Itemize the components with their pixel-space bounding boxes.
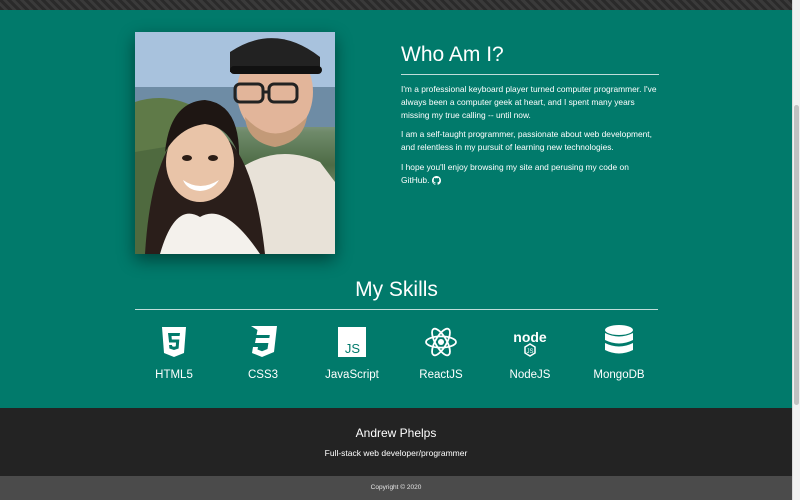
about-text-block: Who Am I? I'm a professional keyboard pl… — [401, 40, 659, 196]
skill-label-mongodb: MongoDB — [593, 369, 645, 381]
about-paragraph-1: I'm a professional keyboard player turne… — [401, 84, 657, 120]
footer-name: Andrew Phelps — [355, 426, 437, 440]
svg-text:node: node — [513, 329, 547, 345]
svg-text:JS: JS — [526, 349, 533, 355]
javascript-icon: JS — [338, 327, 366, 357]
about-paragraph-2: I am a self-taught programmer, passionat… — [401, 129, 652, 153]
scrollbar-thumb[interactable] — [794, 105, 799, 405]
header-pattern-strip — [0, 0, 792, 10]
skill-label-javascript: JavaScript — [325, 369, 379, 381]
about-paragraph-3: I hope you'll enjoy browsing my site and… — [401, 161, 659, 189]
database-icon — [605, 325, 633, 354]
html5-icon — [162, 327, 186, 357]
skill-label-css3: CSS3 — [247, 369, 279, 381]
copyright-bar: Copyright © 2020 — [0, 476, 792, 500]
skill-css3: CSS3 — [219, 324, 307, 382]
skill-html5: HTML5 — [130, 324, 218, 382]
copyright-text: Copyright © 2020 — [370, 484, 422, 491]
skills-divider — [135, 309, 658, 310]
profile-photo — [135, 32, 335, 254]
skill-label-nodejs: NodeJS — [509, 369, 551, 381]
css3-icon — [251, 326, 277, 357]
about-section: Who Am I? I'm a professional keyboard pl… — [0, 10, 792, 408]
skill-javascript: JS JavaScript — [308, 324, 396, 382]
svg-text:JS: JS — [345, 341, 361, 356]
skill-nodejs: node JS NodeJS — [486, 324, 574, 382]
github-icon[interactable] — [432, 175, 442, 189]
skill-mongodb: MongoDB — [575, 324, 663, 382]
skills-title: My Skills — [355, 278, 438, 301]
footer: Andrew Phelps Full-stack web developer/p… — [0, 408, 792, 476]
scrollbar[interactable] — [792, 0, 800, 500]
about-title: Who Am I? — [401, 43, 504, 66]
nodejs-icon: node JS — [513, 329, 547, 357]
about-divider — [401, 74, 659, 75]
skill-reactjs: ReactJS — [397, 324, 485, 382]
skill-label-html5: HTML5 — [155, 369, 193, 381]
react-icon — [425, 327, 457, 357]
footer-tagline: Full-stack web developer/programmer — [324, 448, 468, 458]
skill-label-reactjs: ReactJS — [419, 369, 463, 381]
